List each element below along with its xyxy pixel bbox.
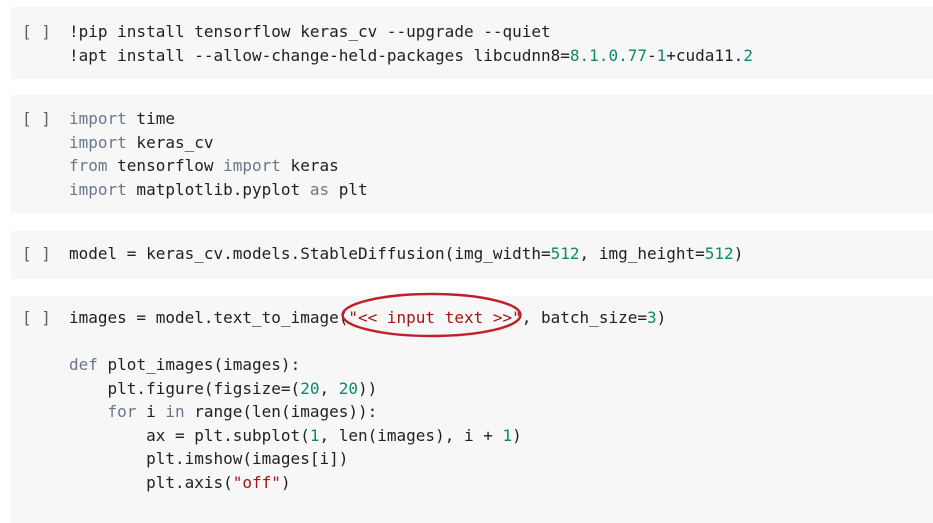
code-line: images = model.text_to_image("<< input t… (69, 306, 666, 330)
code-token: i (136, 402, 166, 421)
code-editor[interactable]: !pip install tensorflow keras_cv --upgra… (69, 20, 753, 67)
keyword-token: import (69, 179, 127, 199)
code-line: import matplotlib.pyplot as plt (69, 178, 368, 202)
code-line: model = keras_cv.models.StableDiffusion(… (69, 242, 743, 266)
code-line: for i in range(len(images)): (69, 400, 666, 424)
code-token: - (646, 45, 657, 65)
code-line: plt.axis("off") (69, 471, 666, 495)
number-token: 2 (743, 45, 753, 65)
keyword-token: import (69, 132, 127, 152)
code-token: tensorflow (107, 156, 224, 175)
code-token: , len(images), i + (319, 425, 503, 445)
run-cell-button[interactable]: [ ] (22, 107, 51, 131)
code-line: !apt install --allow-change-held-package… (69, 44, 753, 68)
code-cell-model[interactable]: [ ] model = keras_cv.models.StableDiffus… (11, 231, 933, 279)
code-token: plt.imshow(images[i]) (69, 449, 349, 468)
string-literal: "<< input text >>" (348, 308, 522, 327)
code-token: time (126, 109, 175, 128)
code-token: plt (329, 179, 368, 199)
code-token: ) (733, 244, 744, 263)
code-line: !pip install tensorflow keras_cv --upgra… (69, 20, 753, 44)
code-token: ) (656, 308, 667, 327)
code-cell-imports[interactable]: [ ] import time import keras_cv from tenso… (11, 95, 933, 213)
code-token: !pip install tensorflow keras_cv --upgra… (69, 22, 551, 41)
code-token: range(len(images)): (184, 402, 378, 421)
code-token: , (319, 378, 339, 398)
code-line: plt.figure(figsize=(20, 20)) (69, 377, 666, 401)
code-token: plot_images(images): (97, 355, 301, 374)
number-token: 20 (338, 378, 358, 398)
number-token: 512 (550, 244, 580, 263)
keyword-token: import (223, 156, 281, 175)
code-token: keras (280, 156, 339, 175)
code-line: ax = plt.subplot(1, len(images), i + 1) (69, 424, 666, 448)
run-cell-button[interactable]: [ ] (22, 20, 51, 44)
number-token: 3 (646, 308, 657, 327)
keyword-token: for (107, 402, 137, 421)
keyword-token: def (69, 355, 98, 374)
code-token: plt.axis( (69, 472, 233, 492)
code-token: ) (280, 472, 291, 492)
keyword-token: from (69, 156, 108, 175)
code-token: !apt install --allow-change-held-package… (69, 45, 570, 65)
code-line: plt.imshow(images[i]) (69, 447, 666, 471)
code-cell-generate[interactable]: [ ] images = model.text_to_image("<< inp… (11, 296, 933, 523)
code-token: matplotlib.pyplot (126, 179, 310, 199)
code-editor[interactable]: import time import keras_cv from tensorflo… (69, 107, 368, 201)
code-editor[interactable]: images = model.text_to_image("<< input t… (69, 306, 666, 494)
number-token: 512 (704, 244, 734, 263)
code-cell-install[interactable]: [ ] !pip install tensorflow keras_cv --u… (11, 7, 933, 79)
number-token: 8.1.0.77 (569, 45, 647, 65)
code-editor[interactable]: model = keras_cv.models.StableDiffusion(… (69, 242, 743, 266)
code-token: +cuda11. (666, 45, 744, 65)
code-token: , img_height= (579, 244, 705, 263)
keyword-token: in (165, 402, 185, 421)
number-token: 1 (656, 45, 667, 65)
run-cell-button[interactable]: [ ] (22, 242, 51, 266)
code-token: , batch_size= (521, 308, 647, 327)
keyword-token: import (69, 109, 127, 128)
string-literal: "off" (232, 472, 281, 492)
code-line: import keras_cv (69, 131, 368, 155)
number-token: 20 (300, 378, 320, 398)
code-line: from tensorflow import keras (69, 154, 368, 178)
code-token: keras_cv (126, 132, 214, 152)
run-cell-button[interactable]: [ ] (22, 306, 51, 330)
code-token: )) (357, 378, 378, 398)
number-token: 1 (502, 425, 513, 445)
code-token: model = keras_cv.models.StableDiffusion(… (69, 244, 551, 263)
code-token: plt.figure(figsize=( (69, 378, 301, 398)
code-line: def plot_images(images): (69, 353, 666, 377)
keyword-token: as (309, 179, 330, 199)
code-token: ) (512, 425, 522, 445)
code-token: images = model.text_to_image( (69, 308, 349, 327)
code-line: import time (69, 107, 368, 131)
code-token: ax = plt.subplot( (69, 425, 310, 445)
